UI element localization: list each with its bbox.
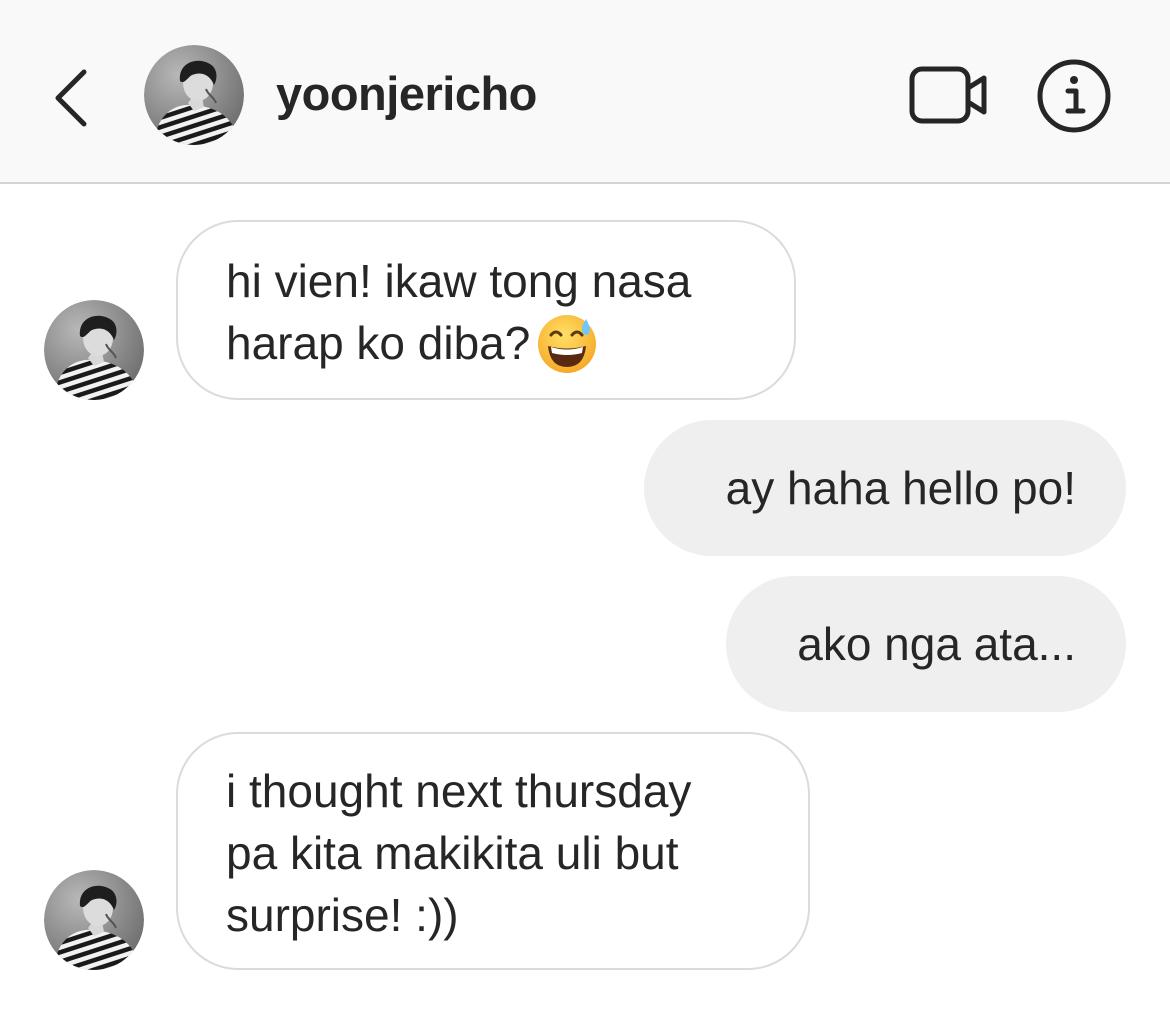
message-text: i thought next thursday — [226, 765, 692, 817]
message-text: hi vien! ikaw tong nasa — [226, 255, 692, 307]
chat-header: yoonjericho — [0, 0, 1170, 184]
message-bubble-incoming[interactable]: hi vien! ikaw tong nasa harap ko diba? — [176, 220, 796, 400]
info-button[interactable] — [1036, 58, 1112, 134]
message-text: harap ko diba? — [226, 312, 746, 375]
chat-username[interactable]: yoonjericho — [276, 64, 537, 124]
grinning-sweat-emoji-icon — [536, 313, 598, 375]
chat-screen: yoonjericho hi vien! ikaw tong nasa hara… — [0, 0, 1170, 1011]
sender-avatar[interactable] — [44, 870, 144, 970]
chevron-left-icon — [40, 69, 100, 138]
message-text: ay haha hello po! — [725, 462, 1076, 514]
header-avatar[interactable] — [144, 45, 244, 145]
message-bubble-incoming[interactable]: i thought next thursday pa kita makikita… — [176, 732, 810, 970]
video-camera-icon — [908, 66, 990, 132]
sender-avatar[interactable] — [44, 300, 144, 400]
message-bubble-outgoing[interactable]: ay haha hello po! — [644, 420, 1126, 556]
video-call-button[interactable] — [908, 62, 990, 128]
message-text: surprise! :)) — [226, 889, 459, 941]
back-button[interactable] — [40, 54, 100, 134]
message-text: pa kita makikita uli but — [226, 827, 679, 879]
message-text: ako nga ata... — [797, 618, 1076, 670]
message-bubble-outgoing[interactable]: ako nga ata... — [726, 576, 1126, 712]
info-icon — [1036, 59, 1112, 138]
